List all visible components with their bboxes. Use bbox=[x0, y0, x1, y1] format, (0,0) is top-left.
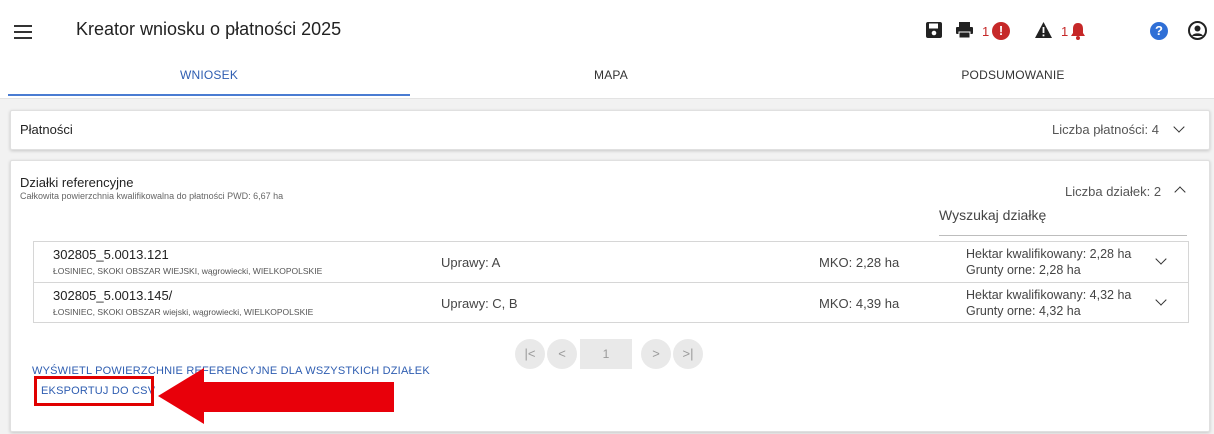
parcel-search-label[interactable]: Wyszukaj działkę bbox=[939, 207, 1046, 223]
print-icon[interactable] bbox=[955, 21, 974, 39]
parcel-mko: MKO: 2,28 ha bbox=[819, 255, 900, 270]
parcel-id: 302805_5.0013.121 bbox=[53, 247, 169, 262]
annotation-highlight-box bbox=[34, 376, 154, 406]
parcels-subtitle: Całkowita powierzchnia kwalifikowalna do… bbox=[20, 191, 284, 201]
warning-count: 1 bbox=[1061, 24, 1069, 39]
payments-title: Płatności bbox=[20, 122, 73, 137]
last-page-button[interactable]: >| bbox=[673, 339, 703, 369]
warning-icon[interactable] bbox=[1034, 21, 1053, 39]
parcels-count: Liczba działek: 2 bbox=[1065, 184, 1162, 199]
parcel-id: 302805_5.0013.145/ bbox=[53, 288, 173, 303]
error-icon[interactable]: ! bbox=[992, 22, 1010, 40]
chevron-down-icon[interactable] bbox=[1173, 121, 1185, 133]
error-count: 1 bbox=[982, 24, 990, 39]
table-row[interactable]: 302805_5.0013.121 ŁOSINIEC, SKOKI OBSZAR… bbox=[34, 242, 1188, 282]
help-icon[interactable]: ? bbox=[1150, 22, 1168, 40]
user-icon[interactable] bbox=[1188, 21, 1207, 40]
parcel-location: ŁOSINIEC, SKOKI OBSZAR wiejski, wągrowie… bbox=[53, 307, 314, 317]
bell-icon[interactable] bbox=[1070, 22, 1086, 40]
parcels-table: 302805_5.0013.121 ŁOSINIEC, SKOKI OBSZAR… bbox=[33, 241, 1189, 323]
parcel-location: ŁOSINIEC, SKOKI OBSZAR WIEJSKI, wągrowie… bbox=[53, 266, 323, 276]
current-page: 1 bbox=[580, 339, 632, 369]
main-tabs: WNIOSEK MAPA PODSUMOWANIE bbox=[8, 58, 1214, 96]
annotation-arrow-shaft bbox=[202, 382, 394, 412]
parcels-title: Działki referencyjne bbox=[20, 175, 134, 190]
parcel-hectare: Hektar kwalifikowany: 2,28 ha bbox=[966, 247, 1132, 261]
first-page-button[interactable]: |< bbox=[515, 339, 545, 369]
parcel-mko: MKO: 4,39 ha bbox=[819, 296, 900, 311]
chevron-down-icon[interactable] bbox=[1155, 294, 1167, 306]
tab-wniosek[interactable]: WNIOSEK bbox=[8, 58, 410, 96]
next-page-button[interactable]: > bbox=[641, 339, 671, 369]
payments-panel[interactable]: Płatności Liczba płatności: 4 bbox=[10, 110, 1210, 150]
chevron-down-icon[interactable] bbox=[1155, 253, 1167, 265]
tab-mapa[interactable]: MAPA bbox=[410, 58, 812, 94]
prev-page-button[interactable]: < bbox=[547, 339, 577, 369]
menu-icon[interactable] bbox=[14, 25, 32, 39]
parcel-crops: Uprawy: C, B bbox=[441, 296, 518, 311]
parcel-hectare: Hektar kwalifikowany: 4,32 ha bbox=[966, 288, 1132, 302]
payments-count: Liczba płatności: 4 bbox=[1052, 122, 1159, 137]
app-title: Kreator wniosku o płatności 2025 bbox=[76, 19, 342, 39]
parcel-search-input[interactable] bbox=[939, 235, 1187, 236]
parcel-crops: Uprawy: A bbox=[441, 255, 501, 270]
chevron-up-icon[interactable] bbox=[1174, 186, 1186, 198]
app-header: Kreator wniosku o płatności 2025 1 ! 1 ?… bbox=[0, 0, 1214, 99]
parcel-arable: Grunty orne: 4,32 ha bbox=[966, 304, 1081, 318]
table-row[interactable]: 302805_5.0013.145/ ŁOSINIEC, SKOKI OBSZA… bbox=[34, 282, 1188, 323]
save-icon[interactable] bbox=[925, 21, 943, 39]
annotation-arrow-head bbox=[158, 368, 204, 424]
tab-podsumowanie[interactable]: PODSUMOWANIE bbox=[812, 58, 1214, 94]
parcel-arable: Grunty orne: 2,28 ha bbox=[966, 263, 1081, 277]
